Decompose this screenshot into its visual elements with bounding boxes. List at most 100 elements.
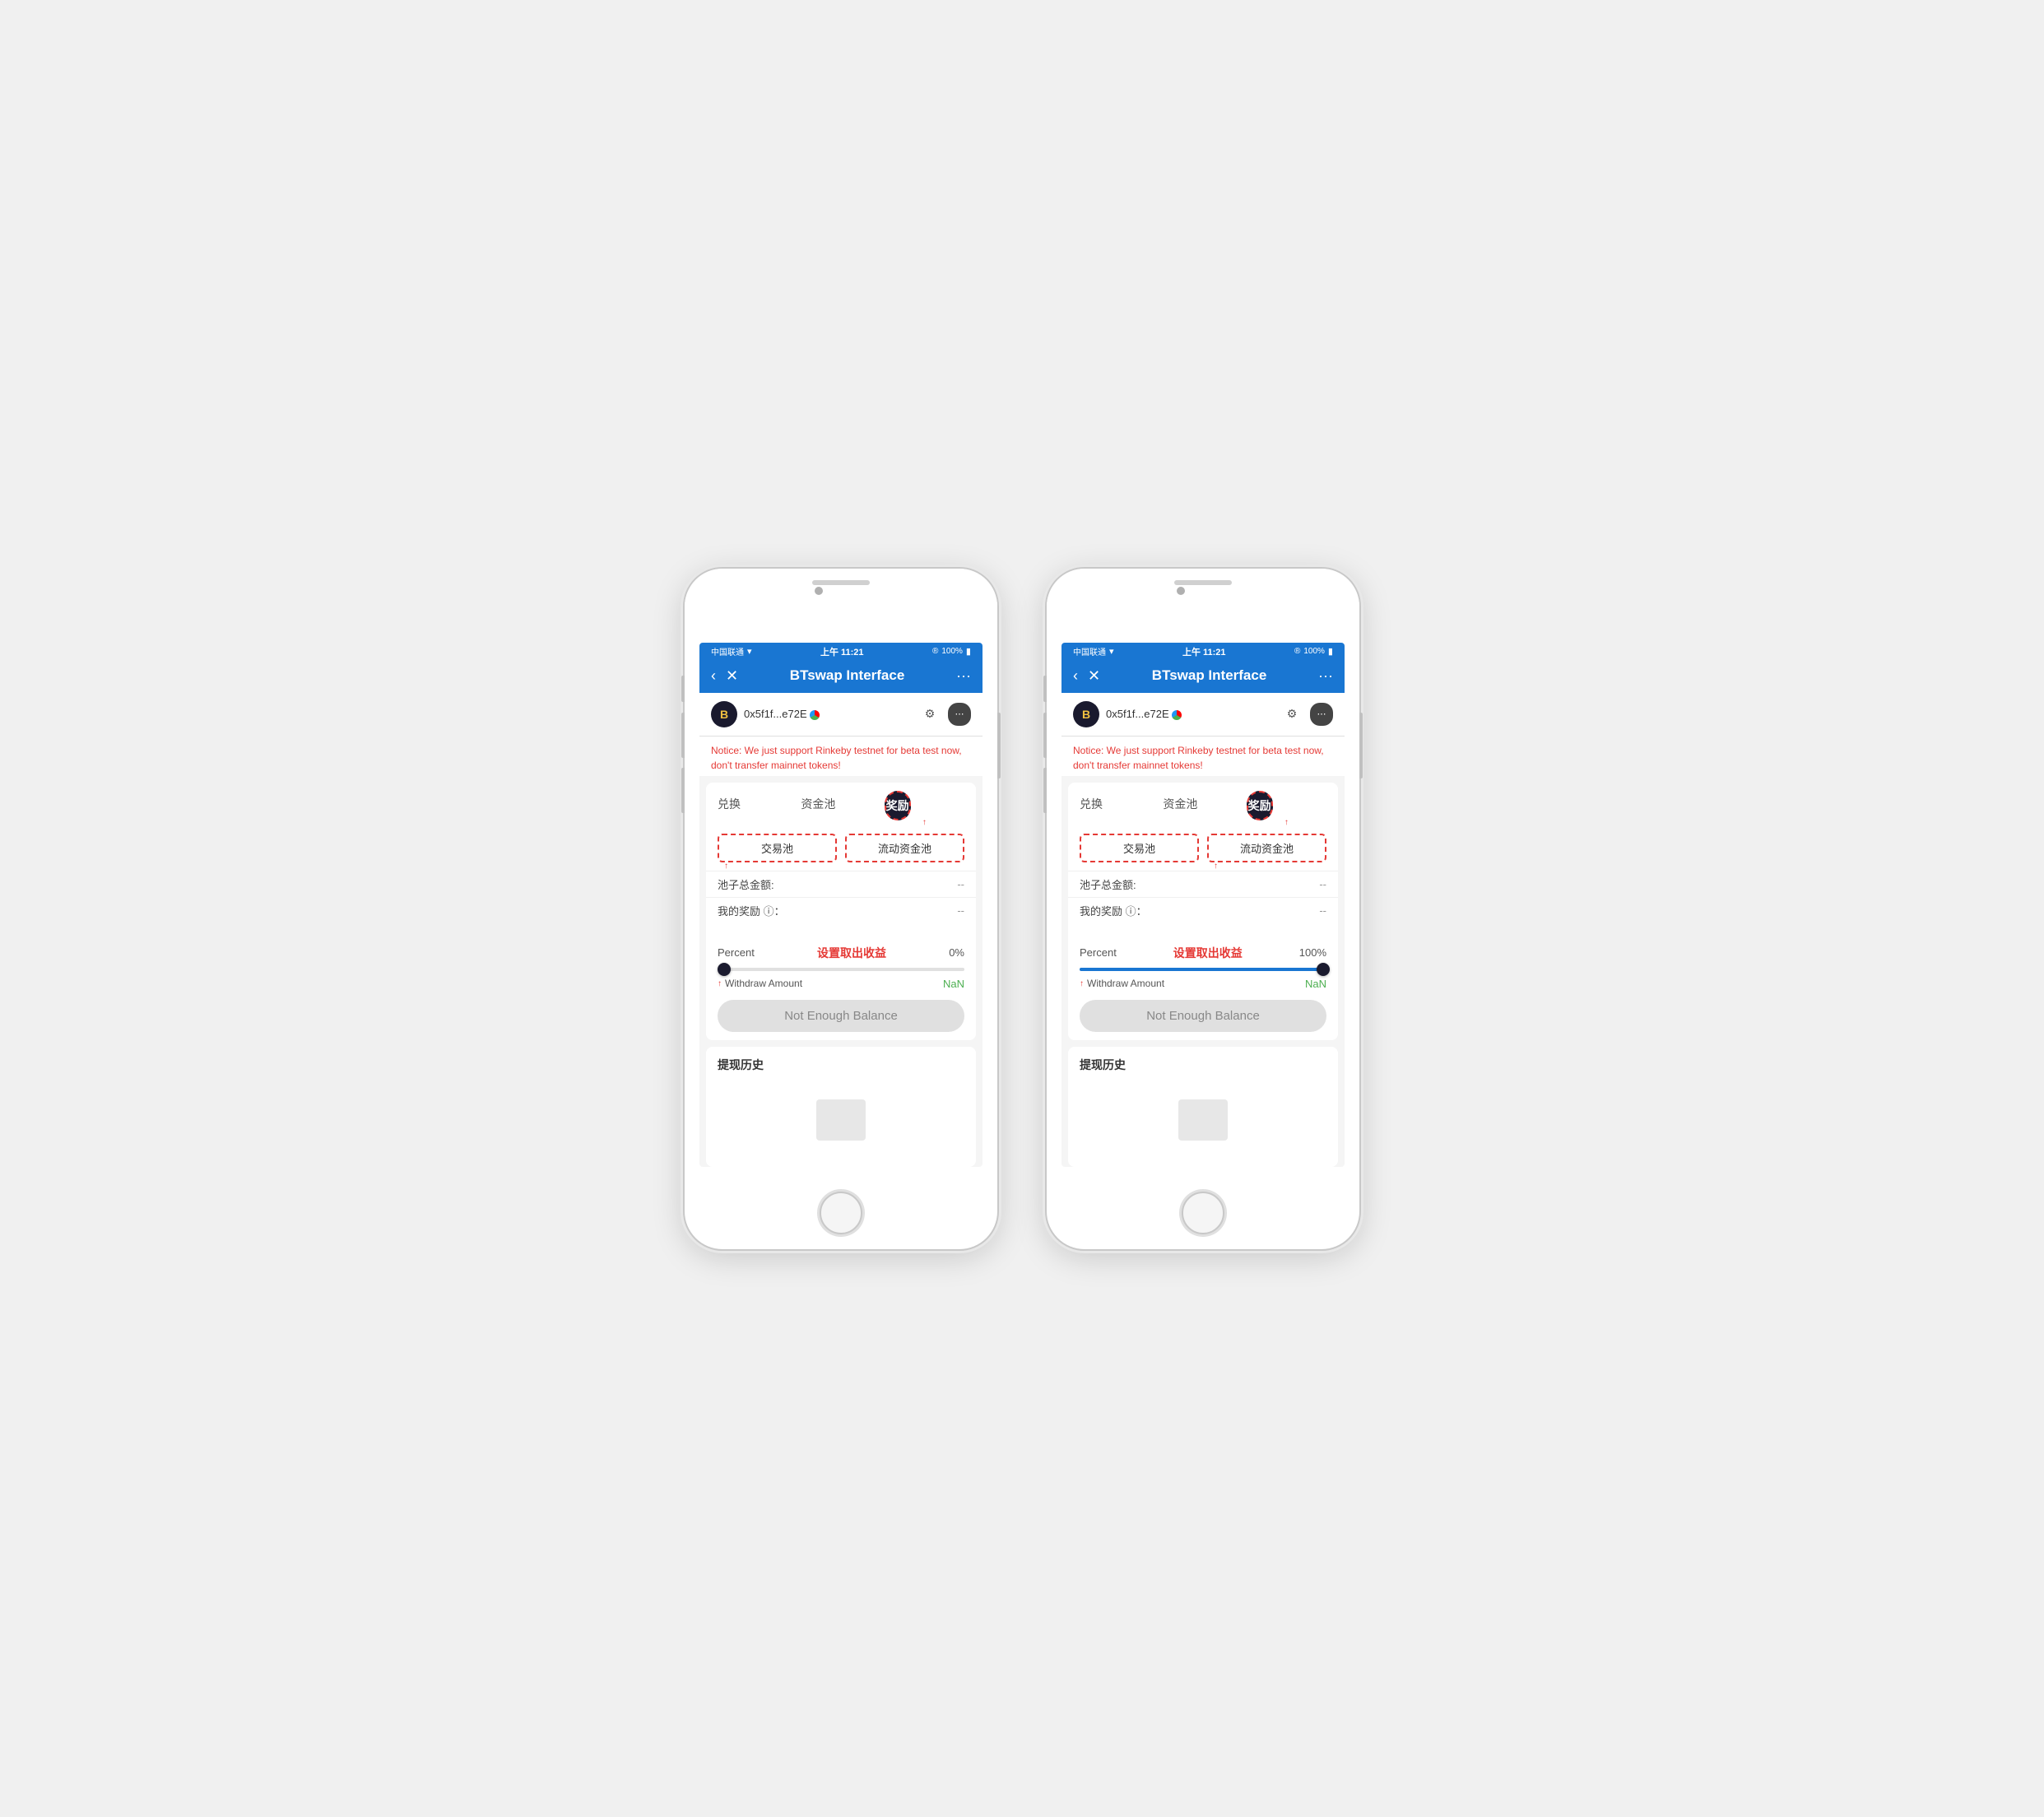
tab-1[interactable]: 资金池 [1163, 791, 1197, 817]
history-empty [1080, 1083, 1326, 1157]
wifi-icon: ▾ [1109, 646, 1114, 657]
info-label: 我的奖励 ⓘ： [718, 903, 785, 918]
info-label: 我的奖励 ⓘ： [1080, 903, 1147, 918]
sub-tab-0[interactable]: 交易池 [1080, 834, 1199, 862]
address-text: 0x5f1f...e72E [744, 708, 912, 720]
status-right: ® 100% ▮ [932, 646, 971, 657]
phone-side-button [1043, 768, 1047, 813]
nav-bar: ‹ ✕ BTswap Interface ··· [699, 661, 983, 693]
close-button[interactable]: ✕ [1088, 667, 1100, 685]
withdraw-row: ↑ Withdraw Amount NaN [1080, 978, 1326, 990]
sub-tab-arrow: ↑ [724, 862, 728, 871]
info-row: 我的奖励 ⓘ： -- [706, 897, 976, 923]
phone-right: 中国联通 ▾ 上午 11:21 ® 100% ▮ ‹ ✕ BTswap Inte… [1047, 569, 1359, 1249]
withdraw-left: ↑ Withdraw Amount [718, 978, 802, 989]
phone-top-area [685, 569, 997, 643]
tab-1[interactable]: 资金池 [801, 791, 835, 817]
back-button[interactable]: ‹ [1073, 667, 1078, 685]
percent-header: Percent 设置取出收益 100% [1080, 945, 1326, 961]
info-value: -- [957, 878, 964, 890]
tab-wrapper: 兑换 [718, 791, 797, 820]
battery-icon: ▮ [966, 646, 971, 657]
wifi-icon: ▾ [747, 646, 752, 657]
info-value: -- [957, 904, 964, 917]
tab-2[interactable]: 奖励 [885, 791, 911, 820]
carrier-text: 中国联通 [1073, 645, 1106, 658]
color-circle [810, 710, 820, 720]
main-card: 兑换资金池奖励↑交易池流动资金池↑ 池子总金额: -- 我的奖励 ⓘ： -- P… [1068, 783, 1338, 1040]
status-bar: 中国联通 ▾ 上午 11:21 ® 100% ▮ [1061, 643, 1345, 661]
status-left: 中国联通 ▾ [1073, 645, 1114, 658]
notice-text: Notice: We just support Rinkeby testnet … [699, 737, 983, 776]
empty-icon [816, 1099, 866, 1141]
notice-text: Notice: We just support Rinkeby testnet … [1061, 737, 1345, 776]
history-section: 提现历史 [1068, 1047, 1338, 1167]
app-content: B 0x5f1f...e72E ⚙ ⋯ Notice: We just supp… [1061, 693, 1345, 1167]
info-label: 池子总金额: [718, 876, 774, 892]
phone-home-button[interactable] [820, 1192, 862, 1234]
info-value: -- [1319, 904, 1326, 917]
tab-0[interactable]: 兑换 [718, 791, 741, 817]
phone-side-button [681, 713, 685, 758]
tabs-row: 兑换 资金池 奖励↑ [1068, 783, 1338, 820]
nav-title: BTswap Interface [738, 667, 956, 684]
battery-text: 100% [941, 647, 963, 656]
sub-tab-1[interactable]: 流动资金池 [1207, 834, 1326, 862]
percent-annotation: 设置取出收益 [1173, 945, 1243, 961]
percent-value: 0% [949, 946, 964, 959]
battery-icon: ▮ [1328, 646, 1333, 657]
menu-button[interactable]: ⋯ [1310, 703, 1333, 726]
history-section: 提现历史 [706, 1047, 976, 1167]
status-left: 中国联通 ▾ [711, 645, 752, 658]
percent-label: Percent [1080, 946, 1117, 959]
phone-left: 中国联通 ▾ 上午 11:21 ® 100% ▮ ‹ ✕ BTswap Inte… [685, 569, 997, 1249]
slider-thumb[interactable] [1317, 963, 1330, 976]
sub-tabs-row: 交易池↑流动资金池 [706, 820, 976, 871]
info-row: 池子总金额: -- [706, 871, 976, 897]
sub-tab-wrapper: 流动资金池↑ [1207, 834, 1326, 862]
slider-thumb[interactable] [718, 963, 731, 976]
color-circle [1172, 710, 1182, 720]
menu-button[interactable]: ⋯ [948, 703, 971, 726]
address-icons: ⚙ ⋯ [1280, 703, 1333, 726]
status-right: ® 100% ▮ [1294, 646, 1333, 657]
phone-camera [1177, 587, 1185, 595]
phone-home-button[interactable] [1182, 1192, 1224, 1234]
carrier-text: 中国联通 [711, 645, 744, 658]
not-enough-button[interactable]: Not Enough Balance [1080, 1000, 1326, 1032]
withdraw-arrow: ↑ [718, 979, 722, 988]
withdraw-label: Withdraw Amount [1087, 978, 1164, 989]
info-row: 我的奖励 ⓘ： -- [1068, 897, 1338, 923]
percent-label: Percent [718, 946, 755, 959]
more-button[interactable]: ··· [956, 667, 971, 685]
close-button[interactable]: ✕ [726, 667, 738, 685]
phone-screen: 中国联通 ▾ 上午 11:21 ® 100% ▮ ‹ ✕ BTswap Inte… [699, 643, 983, 1167]
history-empty [718, 1083, 964, 1157]
sub-tab-1[interactable]: 流动资金池 [845, 834, 964, 862]
sub-tab-0[interactable]: 交易池 [718, 834, 837, 862]
main-card: 兑换资金池奖励↑交易池↑流动资金池 池子总金额: -- 我的奖励 ⓘ： -- P… [706, 783, 976, 1040]
address-text: 0x5f1f...e72E [1106, 708, 1274, 720]
slider-track[interactable] [1080, 968, 1326, 971]
tab-2[interactable]: 奖励 [1247, 791, 1273, 820]
history-title: 提现历史 [1080, 1057, 1326, 1073]
slider-track[interactable] [718, 968, 964, 971]
withdraw-label: Withdraw Amount [725, 978, 802, 989]
settings-button[interactable]: ⚙ [1280, 703, 1303, 726]
not-enough-button[interactable]: Not Enough Balance [718, 1000, 964, 1032]
more-button[interactable]: ··· [1318, 667, 1333, 685]
tab-0[interactable]: 兑换 [1080, 791, 1103, 817]
percent-annotation: 设置取出收益 [817, 945, 886, 961]
settings-button[interactable]: ⚙ [918, 703, 941, 726]
address-bar: B 0x5f1f...e72E ⚙ ⋯ [1061, 693, 1345, 737]
phone-power-button [997, 713, 1001, 778]
status-time: 上午 11:21 [1182, 645, 1226, 658]
withdraw-value: NaN [943, 978, 964, 990]
withdraw-row: ↑ Withdraw Amount NaN [718, 978, 964, 990]
tab-arrow: ↑ [922, 818, 927, 827]
sub-tab-wrapper: 流动资金池 [845, 834, 964, 862]
phone-camera [815, 587, 823, 595]
back-button[interactable]: ‹ [711, 667, 716, 685]
tab-wrapper: 奖励↑ [1247, 791, 1326, 820]
withdraw-left: ↑ Withdraw Amount [1080, 978, 1164, 989]
